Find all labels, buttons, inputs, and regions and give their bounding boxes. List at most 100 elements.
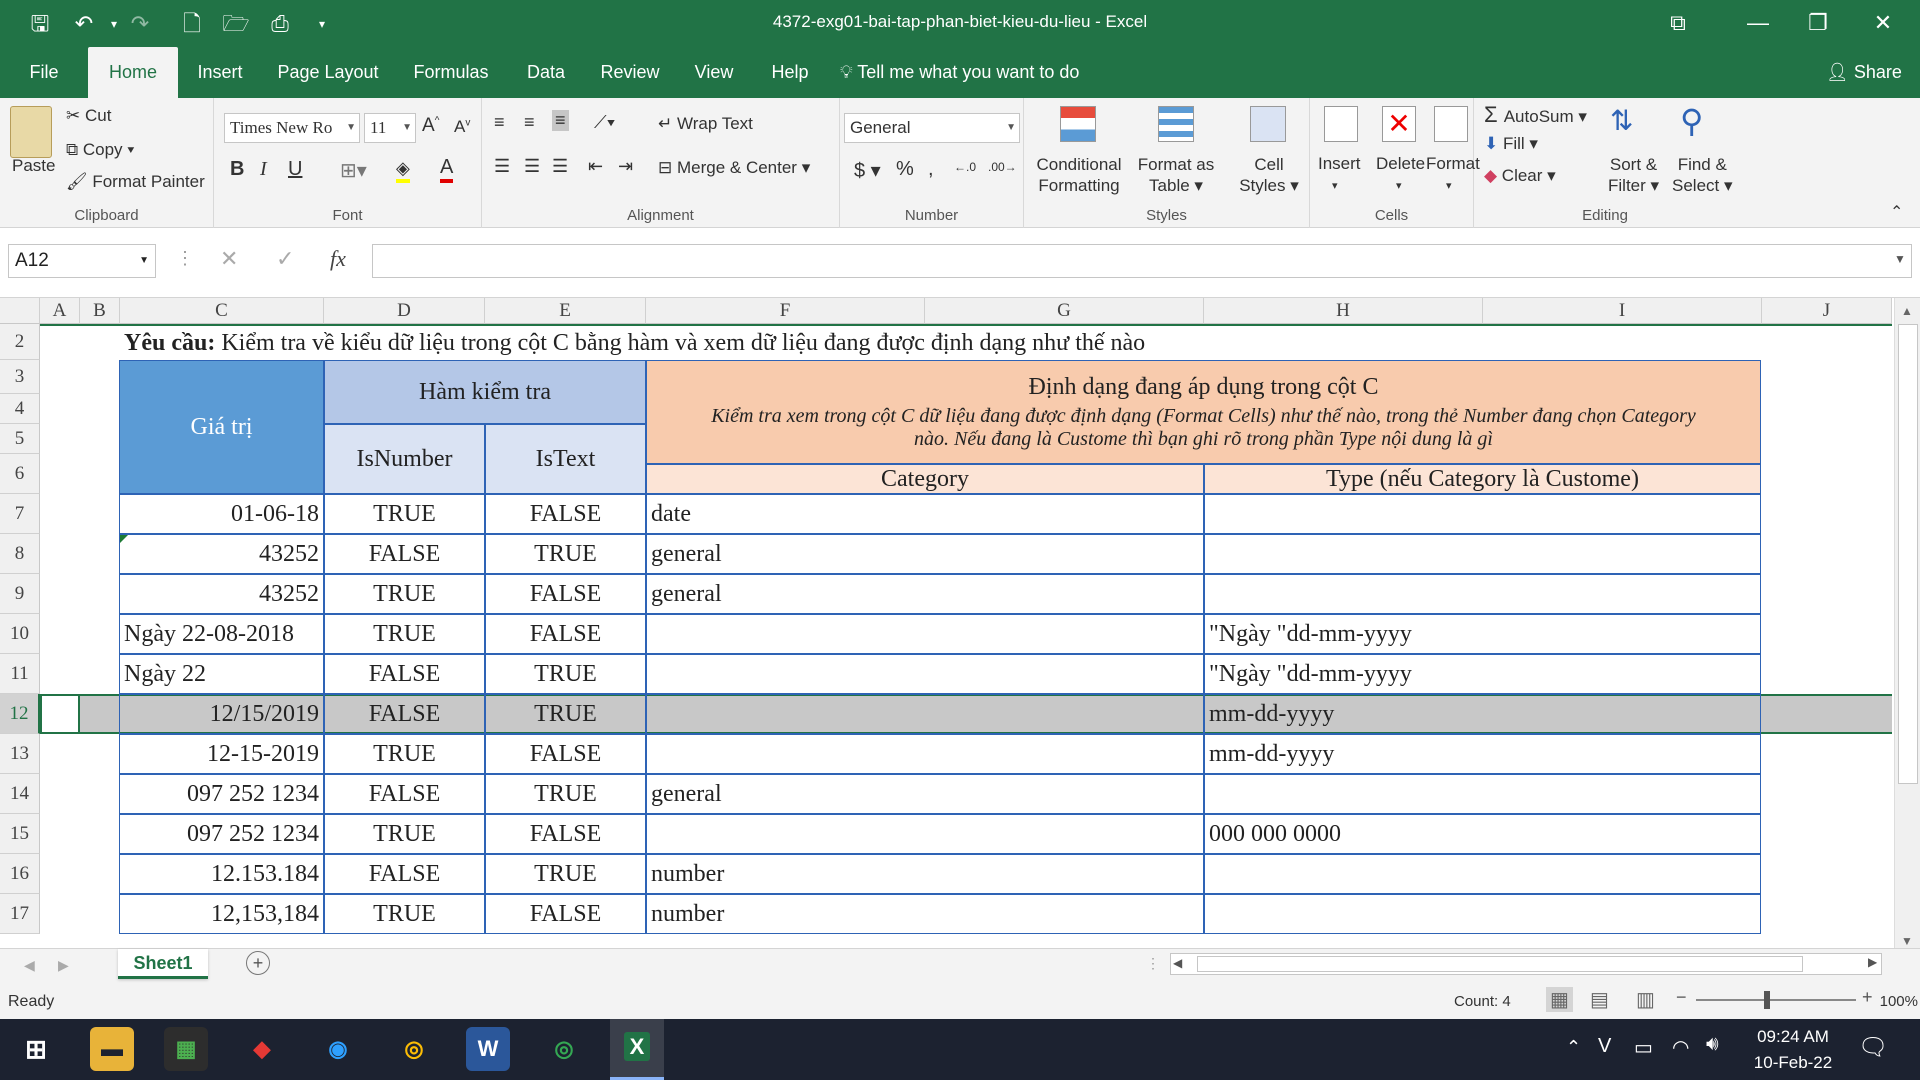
cell-istext[interactable]: FALSE <box>485 614 646 654</box>
ribbon-display-icon[interactable]: ⧉ <box>1650 0 1706 47</box>
sheet-tab-sheet1[interactable]: Sheet1 <box>118 949 208 979</box>
cell-type[interactable]: 000 000 0000 <box>1204 814 1761 854</box>
tab-file[interactable]: File <box>16 47 72 98</box>
increase-decimal-icon[interactable]: ←.0 <box>954 160 976 174</box>
align-center-icon[interactable]: ☰ <box>524 156 540 177</box>
cell-type[interactable]: "Ngày "dd-mm-yyyy <box>1204 614 1761 654</box>
font-name-combo[interactable]: Times New Ro ▼ <box>224 113 360 143</box>
cell-type[interactable]: mm-dd-yyyy <box>1204 734 1761 774</box>
sort-filter-icon[interactable]: ⇅ <box>1610 104 1633 137</box>
search-icon[interactable]: ⚲ <box>1680 102 1703 140</box>
tab-page-layout[interactable]: Page Layout <box>272 47 384 98</box>
next-sheet-icon[interactable]: ▶ <box>58 957 69 974</box>
cell-type[interactable]: mm-dd-yyyy <box>1204 694 1761 734</box>
normal-view-icon[interactable]: ▦ <box>1546 987 1573 1012</box>
prev-sheet-icon[interactable]: ◀ <box>24 957 35 974</box>
insert-function-icon[interactable]: fx <box>330 246 346 272</box>
clear-button[interactable]: ◆ Clear ▾ <box>1484 166 1556 186</box>
cell-category[interactable]: number <box>646 854 1204 894</box>
cell-isnumber[interactable]: FALSE <box>324 694 485 734</box>
page-break-view-icon[interactable]: ▥ <box>1636 987 1655 1012</box>
row-header-3[interactable]: 3 <box>0 360 40 394</box>
grow-font-icon[interactable]: A^ <box>422 115 439 137</box>
cell-istext[interactable]: TRUE <box>485 534 646 574</box>
cell-istext[interactable]: TRUE <box>485 694 646 734</box>
align-middle-icon[interactable]: ≡ <box>524 112 535 133</box>
restore-icon[interactable]: ❐ <box>1790 0 1846 47</box>
tab-view[interactable]: View <box>686 47 742 98</box>
percent-icon[interactable]: % <box>896 158 914 181</box>
comma-icon[interactable]: , <box>928 158 934 181</box>
cell-category[interactable]: general <box>646 574 1204 614</box>
horizontal-scroll-thumb[interactable] <box>1197 956 1803 972</box>
row-header-13[interactable]: 13 <box>0 734 40 774</box>
row-header-17[interactable]: 17 <box>0 894 40 934</box>
decrease-indent-icon[interactable]: ⇤ <box>588 156 603 177</box>
format-as-table-icon[interactable] <box>1158 106 1194 142</box>
row-header-5[interactable]: 5 <box>0 424 40 454</box>
vertical-scrollbar[interactable]: ▲ ▼ <box>1894 298 1920 948</box>
cell-category[interactable]: general <box>646 774 1204 814</box>
scroll-down-icon[interactable]: ▼ <box>1901 934 1913 948</box>
cell-type[interactable] <box>1204 854 1761 894</box>
cell-istext[interactable]: FALSE <box>485 814 646 854</box>
add-sheet-icon[interactable]: + <box>246 951 270 975</box>
column-header-f[interactable]: F <box>646 298 925 324</box>
cell-value[interactable]: 12/15/2019 <box>119 694 324 734</box>
file-explorer-icon[interactable]: ▬ <box>90 1027 134 1071</box>
notifications-icon[interactable]: 🗨︎ <box>1858 1033 1888 1062</box>
cell-value[interactable]: 12-15-2019 <box>119 734 324 774</box>
volume-icon[interactable]: 🔊︎ <box>1706 1033 1719 1056</box>
row-header-16[interactable]: 16 <box>0 854 40 894</box>
tab-formulas[interactable]: Formulas <box>408 47 494 98</box>
column-header-j[interactable]: J <box>1762 298 1892 324</box>
active-cell-a12[interactable] <box>40 694 80 734</box>
scroll-left-icon[interactable]: ◀ <box>1173 956 1182 970</box>
format-painter-button[interactable]: 🖌︎ Format Painter <box>66 172 205 192</box>
zoom-level[interactable]: 100% <box>1874 993 1918 1010</box>
cancel-icon[interactable]: ✕ <box>220 246 238 272</box>
cell-category[interactable] <box>646 614 1204 654</box>
align-bottom-icon[interactable]: ≡ <box>552 110 569 131</box>
scroll-thumb[interactable] <box>1898 324 1918 784</box>
column-header-d[interactable]: D <box>324 298 485 324</box>
tab-data[interactable]: Data <box>518 47 574 98</box>
merge-center-button[interactable]: ⊟ Merge & Center ▾ <box>658 158 810 178</box>
cell-isnumber[interactable]: FALSE <box>324 854 485 894</box>
row-header-6[interactable]: 6 <box>0 454 40 494</box>
tab-help[interactable]: Help <box>764 47 816 98</box>
collapse-ribbon-icon[interactable]: ⌃ <box>1890 202 1903 222</box>
currency-icon[interactable]: $ ▾ <box>854 158 881 183</box>
find-select-button[interactable]: Find & Select ▾ <box>1672 154 1733 196</box>
delete-cells-button[interactable]: Delete ▾ <box>1376 154 1425 194</box>
column-header-i[interactable]: I <box>1483 298 1762 324</box>
autosum-button[interactable]: Σ AutoSum ▾ <box>1484 102 1587 128</box>
cell-isnumber[interactable]: TRUE <box>324 814 485 854</box>
spreadsheet-grid[interactable]: A B C D E F G H I J 2 3 4 5 6 7 8 9 10 1… <box>0 298 1920 948</box>
cell-istext[interactable]: FALSE <box>485 574 646 614</box>
scroll-right-icon[interactable]: ▶ <box>1868 955 1877 969</box>
cell-istext[interactable]: TRUE <box>485 854 646 894</box>
cell-value[interactable]: 097 252 1234 <box>119 814 324 854</box>
fill-color-icon[interactable]: ◈ <box>396 158 410 183</box>
cell-styles-button[interactable]: Cell Styles ▾ <box>1230 154 1308 196</box>
font-size-combo[interactable]: 11 ▼ <box>364 113 416 143</box>
cell-isnumber[interactable]: FALSE <box>324 774 485 814</box>
cell-category[interactable]: date <box>646 494 1204 534</box>
page-layout-view-icon[interactable]: ▤ <box>1590 987 1609 1012</box>
battery-icon[interactable]: ▭ <box>1634 1035 1653 1060</box>
cell-value[interactable]: 43252 <box>119 534 324 574</box>
split-handle-icon[interactable]: ⋮ <box>1146 955 1160 972</box>
close-icon[interactable]: ✕ <box>1855 0 1911 47</box>
zoom-slider-thumb[interactable] <box>1764 991 1770 1009</box>
cell-isnumber[interactable]: FALSE <box>324 534 485 574</box>
cell-category[interactable] <box>646 654 1204 694</box>
cell-type[interactable]: "Ngày "dd-mm-yyyy <box>1204 654 1761 694</box>
cell-styles-icon[interactable] <box>1250 106 1286 142</box>
minimize-icon[interactable]: — <box>1730 0 1786 47</box>
name-box[interactable]: A12 ▼ <box>8 244 156 278</box>
cell-type[interactable] <box>1204 774 1761 814</box>
share-button[interactable]: 👤︎ Share <box>1816 47 1912 98</box>
borders-icon[interactable]: ⊞▾ <box>340 158 367 183</box>
orientation-icon[interactable]: ⟋▾ <box>594 112 615 133</box>
